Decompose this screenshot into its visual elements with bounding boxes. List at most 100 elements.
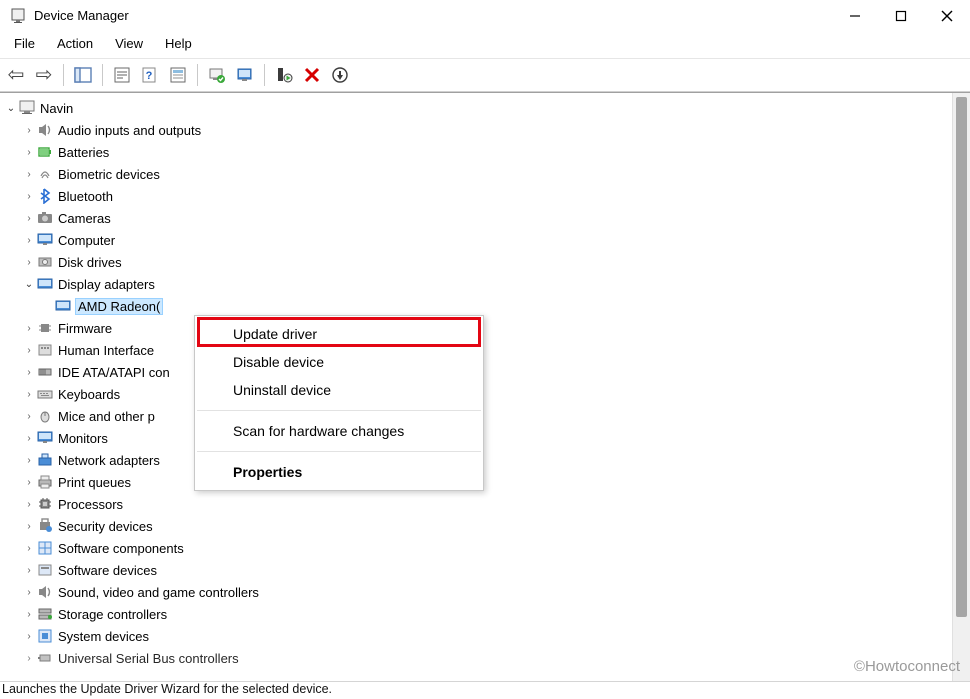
ctx-properties[interactable]: Properties [195, 458, 483, 486]
display-adapter-icon [36, 276, 54, 292]
chevron-down-icon[interactable]: ⌄ [22, 279, 36, 290]
chevron-down-icon[interactable]: ⌄ [4, 103, 18, 114]
category-usb[interactable]: › Universal Serial Bus controllers [4, 647, 950, 669]
menu-view[interactable]: View [105, 34, 153, 53]
scan-hardware-button[interactable] [233, 63, 257, 87]
device-properties-button[interactable] [166, 63, 190, 87]
sound-icon [36, 584, 54, 600]
add-legacy-hardware-button[interactable] [328, 63, 352, 87]
close-button[interactable] [924, 0, 970, 31]
scrollbar-thumb[interactable] [956, 97, 967, 617]
chip-icon [36, 320, 54, 336]
properties-button[interactable] [110, 63, 134, 87]
processor-icon [36, 496, 54, 512]
chevron-right-icon[interactable]: › [22, 543, 36, 554]
category-computer[interactable]: › Computer [4, 229, 950, 251]
vertical-scrollbar[interactable] [952, 93, 970, 681]
uninstall-device-button[interactable] [300, 63, 324, 87]
monitor-icon [36, 430, 54, 446]
chevron-right-icon[interactable]: › [22, 477, 36, 488]
hid-icon [36, 342, 54, 358]
svg-text:?: ? [146, 70, 153, 82]
category-security[interactable]: › Security devices [4, 515, 950, 537]
category-software-components[interactable]: › Software components [4, 537, 950, 559]
category-display-adapters[interactable]: ⌄ Display adapters [4, 273, 950, 295]
ctx-update-driver[interactable]: Update driver [195, 320, 483, 348]
help-button[interactable]: ? [138, 63, 162, 87]
chevron-right-icon[interactable]: › [22, 411, 36, 422]
tree-root[interactable]: ⌄ Navin [4, 97, 950, 119]
context-menu-separator [197, 410, 481, 411]
menu-file[interactable]: File [4, 34, 45, 53]
chevron-right-icon[interactable]: › [22, 213, 36, 224]
minimize-button[interactable] [832, 0, 878, 31]
chevron-right-icon[interactable]: › [22, 323, 36, 334]
context-menu-separator [197, 451, 481, 452]
back-button[interactable]: ⇦ [4, 63, 28, 87]
update-driver-button[interactable] [205, 63, 229, 87]
chevron-right-icon[interactable]: › [22, 609, 36, 620]
toolbar-separator [197, 64, 198, 86]
chevron-right-icon[interactable]: › [22, 433, 36, 444]
mouse-icon [36, 408, 54, 424]
category-sound[interactable]: › Sound, video and game controllers [4, 581, 950, 603]
app-icon [10, 8, 26, 24]
chevron-right-icon[interactable]: › [22, 345, 36, 356]
chevron-right-icon[interactable]: › [22, 521, 36, 532]
chevron-right-icon[interactable]: › [22, 565, 36, 576]
chevron-right-icon[interactable]: › [22, 169, 36, 180]
chevron-right-icon[interactable]: › [22, 235, 36, 246]
maximize-button[interactable] [878, 0, 924, 31]
category-software-devices[interactable]: › Software devices [4, 559, 950, 581]
monitor-icon [36, 232, 54, 248]
chevron-right-icon[interactable]: › [22, 631, 36, 642]
watermark: ©Howtoconnect [854, 658, 960, 675]
software-component-icon [36, 540, 54, 556]
category-storage-controllers[interactable]: › Storage controllers [4, 603, 950, 625]
chevron-right-icon[interactable]: › [22, 147, 36, 158]
disable-device-button[interactable] [272, 63, 296, 87]
chevron-right-icon[interactable]: › [22, 125, 36, 136]
menu-help[interactable]: Help [155, 34, 202, 53]
chevron-right-icon[interactable]: › [22, 499, 36, 510]
root-label: Navin [40, 101, 73, 116]
category-system-devices[interactable]: › System devices [4, 625, 950, 647]
category-audio[interactable]: › Audio inputs and outputs [4, 119, 950, 141]
category-batteries[interactable]: › Batteries [4, 141, 950, 163]
forward-button[interactable]: ⇨ [32, 63, 56, 87]
ctx-disable-device[interactable]: Disable device [195, 348, 483, 376]
category-processors[interactable]: › Processors [4, 493, 950, 515]
keyboard-icon [36, 386, 54, 402]
status-text: Launches the Update Driver Wizard for th… [2, 682, 332, 696]
category-cameras[interactable]: › Cameras [4, 207, 950, 229]
battery-icon [36, 144, 54, 160]
tree-container: ⌄ Navin › Audio inputs and outputs › Bat… [0, 92, 970, 681]
device-label: AMD Radeon( [76, 299, 162, 314]
chevron-right-icon[interactable]: › [22, 191, 36, 202]
chevron-right-icon[interactable]: › [22, 367, 36, 378]
menu-action[interactable]: Action [47, 34, 103, 53]
device-amd-radeon[interactable]: AMD Radeon( [4, 295, 950, 317]
controller-icon [36, 364, 54, 380]
category-biometric[interactable]: › Biometric devices [4, 163, 950, 185]
chevron-right-icon[interactable]: › [22, 455, 36, 466]
title-bar: Device Manager [0, 0, 970, 32]
speaker-icon [36, 122, 54, 138]
system-device-icon [36, 628, 54, 644]
status-bar: Launches the Update Driver Wizard for th… [0, 681, 970, 699]
chevron-right-icon[interactable]: › [22, 389, 36, 400]
show-hide-console-tree-button[interactable] [71, 63, 95, 87]
bluetooth-icon [36, 188, 54, 204]
menu-bar: File Action View Help [0, 32, 970, 58]
window-title: Device Manager [34, 8, 129, 23]
ctx-scan-hardware[interactable]: Scan for hardware changes [195, 417, 483, 445]
security-icon [36, 518, 54, 534]
category-disk-drives[interactable]: › Disk drives [4, 251, 950, 273]
chevron-right-icon[interactable]: › [22, 653, 36, 664]
context-menu: Update driver Disable device Uninstall d… [194, 315, 484, 491]
chevron-right-icon[interactable]: › [22, 587, 36, 598]
ctx-uninstall-device[interactable]: Uninstall device [195, 376, 483, 404]
category-bluetooth[interactable]: › Bluetooth [4, 185, 950, 207]
chevron-right-icon[interactable]: › [22, 257, 36, 268]
fingerprint-icon [36, 166, 54, 182]
